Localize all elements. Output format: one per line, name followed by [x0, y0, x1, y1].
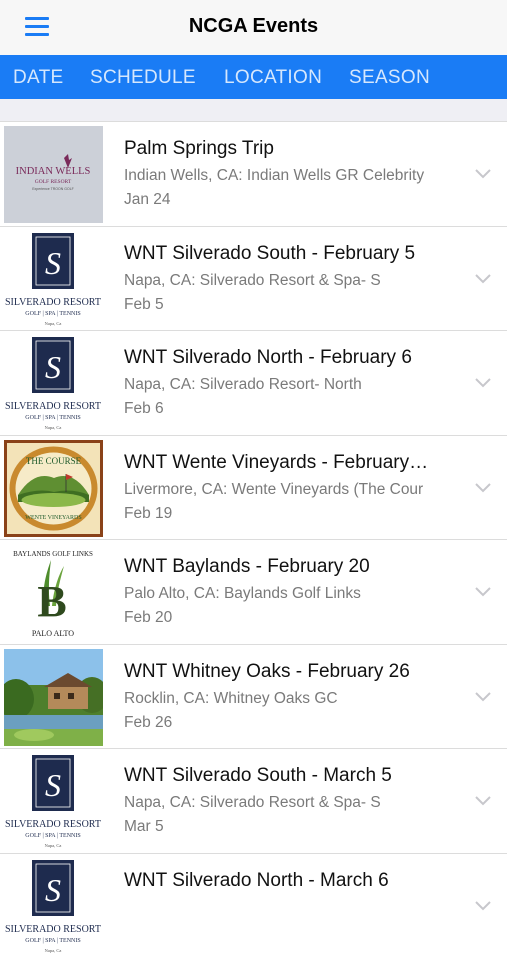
wente-logo-top: THE COURSE — [26, 456, 82, 466]
event-thumbnail: S SILVERADO RESORT GOLF | SPA | TENNIS N… — [4, 335, 103, 432]
silverado-logo-name: SILVERADO RESORT — [5, 819, 101, 830]
tab-location[interactable]: LOCATION — [224, 67, 322, 89]
event-location: Napa, CA: Silverado Resort & Spa- S — [124, 794, 442, 812]
silverado-logo-name: SILVERADO RESORT — [5, 297, 101, 308]
silverado-logo-sub: GOLF | SPA | TENNIS — [25, 415, 80, 421]
event-location: Napa, CA: Silverado Resort & Spa- S — [124, 272, 442, 290]
chevron-down-icon[interactable] — [475, 898, 491, 908]
svg-text:S: S — [45, 349, 61, 385]
indian-wells-logo-sub: GOLF RESORT — [35, 179, 72, 185]
silverado-logo-sub: GOLF | SPA | TENNIS — [25, 938, 80, 944]
event-row[interactable]: B BAYLANDS GOLF LINKS PALO ALTO WNT Bayl… — [0, 539, 507, 644]
chevron-down-icon[interactable] — [475, 480, 491, 490]
navigation-bar: NCGA Events — [0, 0, 507, 55]
event-list: INDIAN WELLS GOLF RESORT Experience TROO… — [0, 121, 507, 957]
tab-season[interactable]: SEASON — [349, 67, 430, 89]
event-title: WNT Silverado South - February 5 — [124, 243, 442, 265]
page-title: NCGA Events — [0, 15, 507, 38]
chevron-down-icon[interactable] — [475, 271, 491, 281]
event-thumbnail: INDIAN WELLS GOLF RESORT Experience TROO… — [4, 126, 103, 223]
indian-wells-logo-name: INDIAN WELLS — [16, 166, 91, 177]
event-title: WNT Silverado North - February 6 — [124, 347, 442, 369]
wente-logo-bottom: WENTE VINEYARDS — [25, 515, 81, 521]
event-row[interactable]: INDIAN WELLS GOLF RESORT Experience TROO… — [0, 121, 507, 226]
event-thumbnail — [4, 649, 103, 746]
event-location: Livermore, CA: Wente Vineyards (The Cour — [124, 481, 442, 499]
event-title: WNT Silverado North - March 6 — [124, 870, 442, 892]
event-date: Feb 6 — [124, 400, 164, 418]
silverado-logo-name: SILVERADO RESORT — [5, 401, 101, 412]
silverado-logo-sub: GOLF | SPA | TENNIS — [25, 833, 80, 839]
filter-tab-bar: DATE SCHEDULE LOCATION SEASON — [0, 55, 507, 99]
event-thumbnail: S SILVERADO RESORT GOLF | SPA | TENNIS N… — [4, 231, 103, 328]
event-row[interactable]: S SILVERADO RESORT GOLF | SPA | TENNIS N… — [0, 748, 507, 853]
event-thumbnail: S SILVERADO RESORT GOLF | SPA | TENNIS N… — [4, 858, 103, 955]
event-title: WNT Baylands - February 20 — [124, 556, 442, 578]
baylands-logo-top: BAYLANDS GOLF LINKS — [13, 550, 93, 558]
chevron-down-icon[interactable] — [475, 166, 491, 176]
event-row[interactable]: WNT Whitney Oaks - February 26 Rocklin, … — [0, 644, 507, 749]
chevron-down-icon[interactable] — [475, 793, 491, 803]
event-title: WNT Wente Vineyards - February… — [124, 452, 442, 474]
event-location: Palo Alto, CA: Baylands Golf Links — [124, 585, 442, 603]
svg-text:S: S — [45, 872, 61, 908]
svg-text:S: S — [45, 245, 61, 281]
event-date: Feb 26 — [124, 714, 172, 732]
baylands-logo-bottom: PALO ALTO — [32, 629, 74, 638]
event-date: Mar 5 — [124, 818, 164, 836]
event-thumbnail: B BAYLANDS GOLF LINKS PALO ALTO — [4, 544, 103, 641]
event-title: WNT Silverado South - March 5 — [124, 765, 442, 787]
event-row[interactable]: S SILVERADO RESORT GOLF | SPA | TENNIS N… — [0, 853, 507, 957]
baylands-logo-letter: B — [37, 577, 66, 626]
tab-schedule[interactable]: SCHEDULE — [90, 67, 196, 89]
event-location: Rocklin, CA: Whitney Oaks GC — [124, 690, 442, 708]
chevron-down-icon[interactable] — [475, 689, 491, 699]
event-location: Napa, CA: Silverado Resort- North — [124, 376, 442, 394]
event-title: Palm Springs Trip — [124, 138, 442, 160]
event-thumbnail: S SILVERADO RESORT GOLF | SPA | TENNIS N… — [4, 753, 103, 850]
event-date: Feb 19 — [124, 505, 172, 523]
indian-wells-logo-tag: Experience TROON GOLF — [32, 187, 74, 191]
event-date: Feb 5 — [124, 296, 164, 314]
event-row[interactable]: S SILVERADO RESORT GOLF | SPA | TENNIS N… — [0, 226, 507, 331]
event-title: WNT Whitney Oaks - February 26 — [124, 661, 442, 683]
event-date: Feb 20 — [124, 609, 172, 627]
svg-text:S: S — [45, 767, 61, 803]
tab-date[interactable]: DATE — [13, 67, 63, 89]
event-row[interactable]: S SILVERADO RESORT GOLF | SPA | TENNIS N… — [0, 330, 507, 435]
chevron-down-icon[interactable] — [475, 584, 491, 594]
event-location: Indian Wells, CA: Indian Wells GR Celebr… — [124, 167, 442, 185]
event-row[interactable]: THE COURSE WENTE VINEYARDS WNT Wente Vin… — [0, 435, 507, 540]
chevron-down-icon[interactable] — [475, 375, 491, 385]
silverado-logo-name: SILVERADO RESORT — [5, 924, 101, 935]
event-date: Jan 24 — [124, 191, 171, 209]
event-thumbnail: THE COURSE WENTE VINEYARDS — [4, 440, 103, 537]
silverado-logo-sub: GOLF | SPA | TENNIS — [25, 311, 80, 317]
